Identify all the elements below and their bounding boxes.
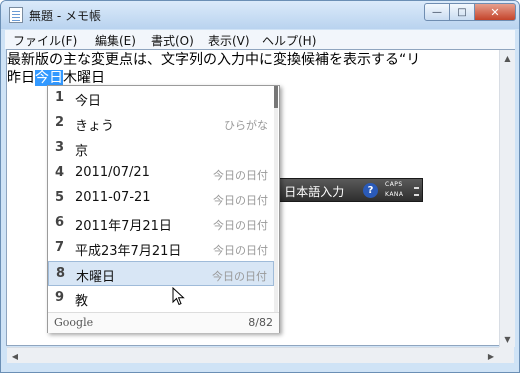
candidate-text: 木曜日 xyxy=(76,270,116,285)
candidate-item[interactable]: 3 京 xyxy=(48,136,274,161)
candidate-item-selected[interactable]: 8 木曜日 今日の日付 xyxy=(48,261,274,286)
help-icon[interactable]: ? xyxy=(363,183,378,198)
window-title: 無題 - メモ帳 xyxy=(29,9,101,23)
resize-grip-icon[interactable] xyxy=(499,347,514,363)
candidate-text: きょう xyxy=(75,119,115,134)
candidate-number: 9 xyxy=(55,290,65,305)
document-text[interactable]: 最新版の主な変更点は、文字列の入力中に変換候補を表示する“リ 昨日今日木曜日 xyxy=(7,51,497,88)
menu-view[interactable]: 表示(V) xyxy=(208,32,250,49)
menu-bar: ファイル(F) 編集(E) 書式(O) 表示(V) ヘルプ(H) xyxy=(5,30,515,49)
scroll-left-arrow-icon[interactable]: ◀ xyxy=(7,348,23,364)
title-bar[interactable]: 無題 - メモ帳 — □ ✕ xyxy=(1,1,519,29)
candidate-annotation: 今日の日付 xyxy=(213,194,268,207)
candidate-text: 2011/07/21 xyxy=(75,165,150,180)
candidate-text: 京 xyxy=(75,144,89,159)
menu-format[interactable]: 書式(O) xyxy=(151,32,194,49)
candidate-number: 4 xyxy=(55,165,65,180)
scroll-up-arrow-icon[interactable]: ▲ xyxy=(500,50,515,66)
text-selection: 今日 xyxy=(35,70,63,86)
candidate-item[interactable]: 6 2011年7月21日 今日の日付 xyxy=(48,211,274,236)
horizontal-scrollbar[interactable]: ◀ ▶ xyxy=(7,347,499,364)
menu-edit[interactable]: 編集(E) xyxy=(95,32,136,49)
candidate-number: 8 xyxy=(56,266,66,281)
candidate-number: 7 xyxy=(55,240,65,255)
ime-toolbar[interactable]: e 日本語入力 ? CAPS KANA xyxy=(262,178,423,202)
close-button[interactable]: ✕ xyxy=(474,3,516,21)
minimize-button[interactable]: — xyxy=(424,3,450,21)
maximize-button[interactable]: □ xyxy=(449,3,475,21)
vertical-scrollbar[interactable]: ▲ ▼ xyxy=(499,50,515,347)
candidate-item[interactable]: 1 今日 xyxy=(48,86,274,111)
candidate-page-indicator: 8/82 xyxy=(248,316,273,329)
text-line-1: 最新版の主な変更点は、文字列の入力中に変換候補を表示する“リ xyxy=(7,52,421,68)
ime-menu-icon[interactable] xyxy=(414,187,419,189)
candidate-item[interactable]: 7 平成23年7月21日 今日の日付 xyxy=(48,236,274,261)
candidate-annotation: 今日の日付 xyxy=(213,219,268,232)
candidate-number: 1 xyxy=(55,90,65,105)
kana-indicator: KANA xyxy=(385,191,404,198)
candidate-text: 今日 xyxy=(75,94,102,109)
mouse-cursor-icon xyxy=(172,287,185,306)
scroll-down-arrow-icon[interactable]: ▼ xyxy=(500,331,515,347)
text-plain: 昨日 xyxy=(7,70,35,86)
ime-language-label[interactable]: e 日本語入力 xyxy=(273,183,344,200)
notepad-icon xyxy=(9,7,23,23)
candidate-text: 2011年7月21日 xyxy=(75,219,172,234)
candidate-text: 教 xyxy=(75,294,89,309)
scroll-right-arrow-icon[interactable]: ▶ xyxy=(483,348,499,364)
candidate-item[interactable]: 9 教 xyxy=(48,286,274,311)
candidate-window: 1 今日 2 きょう ひらがな 3 京 4 2011/07/21 今日の日付 5… xyxy=(47,85,280,333)
candidate-number: 3 xyxy=(55,140,65,155)
candidate-text: 2011-07-21 xyxy=(75,190,151,205)
candidate-scrollbar[interactable] xyxy=(274,86,278,312)
candidate-item[interactable]: 4 2011/07/21 今日の日付 xyxy=(48,161,274,186)
candidate-item[interactable]: 2 きょう ひらがな xyxy=(48,111,274,136)
caps-indicator: CAPS xyxy=(385,181,403,188)
ime-menu-icon-2[interactable] xyxy=(414,194,419,196)
candidate-annotation: 今日の日付 xyxy=(213,169,268,182)
candidate-number: 5 xyxy=(55,190,65,205)
candidate-annotation: 今日の日付 xyxy=(212,270,267,283)
candidate-footer: Google 8/82 xyxy=(48,312,279,333)
candidate-scroll-thumb[interactable] xyxy=(274,86,278,108)
candidate-number: 6 xyxy=(55,215,65,230)
candidate-number: 2 xyxy=(55,115,65,130)
window-bottom-frame xyxy=(1,363,519,372)
candidate-annotation: ひらがな xyxy=(224,119,268,132)
menu-help[interactable]: ヘルプ(H) xyxy=(262,32,316,49)
candidate-text: 平成23年7月21日 xyxy=(75,244,182,259)
candidate-annotation: 今日の日付 xyxy=(213,244,268,257)
menu-file[interactable]: ファイル(F) xyxy=(13,32,77,49)
google-logo: Google xyxy=(54,316,94,329)
candidate-item[interactable]: 5 2011-07-21 今日の日付 xyxy=(48,186,274,211)
